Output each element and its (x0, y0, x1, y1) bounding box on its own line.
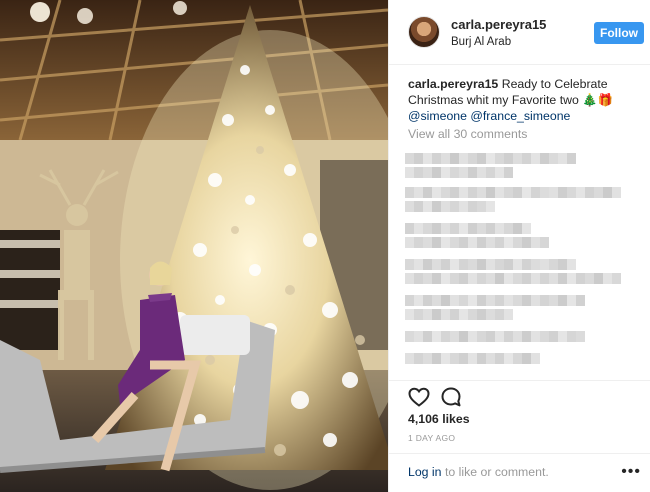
post-timestamp: 1 DAY AGO (408, 433, 456, 443)
post-side-panel: carla.pereyra15 Burj Al Arab Follow carl… (388, 0, 650, 492)
blurred-comment-line (405, 329, 585, 342)
blurred-comment-line (405, 221, 531, 234)
blurred-comment-line (405, 307, 513, 320)
blurred-comment-line (405, 351, 540, 364)
post-photo[interactable] (0, 0, 388, 492)
mention-simeone[interactable]: @simeone (408, 109, 467, 123)
login-prompt: Log in to like or comment. (408, 465, 549, 479)
avatar[interactable] (408, 16, 440, 48)
caption-username[interactable]: carla.pereyra15 (408, 77, 498, 91)
christmas-tree-photo (0, 0, 388, 492)
location-link[interactable]: Burj Al Arab (451, 36, 511, 48)
caption-emoji: 🎄🎁 (582, 93, 613, 107)
mention-france-simeone[interactable]: @france_simeone (470, 109, 570, 123)
blurred-comment-line (405, 235, 549, 248)
blurred-comment-line (405, 151, 576, 164)
comment-bubble-icon[interactable] (439, 385, 463, 409)
comment-bar: Log in to like or comment. ••• (389, 453, 650, 492)
blurred-comment-line (405, 257, 576, 270)
blurred-comment-line (405, 185, 621, 198)
blurred-comment-line (405, 293, 585, 306)
blurred-comment-line (405, 165, 513, 178)
likes-count[interactable]: 4,106 likes (408, 412, 470, 426)
more-options-icon[interactable]: ••• (621, 463, 641, 481)
blurred-comments (405, 147, 645, 371)
blurred-comment-line (405, 199, 495, 212)
blurred-comment-line (405, 271, 621, 284)
view-all-comments-link[interactable]: View all 30 comments (408, 127, 527, 141)
heart-icon[interactable] (407, 385, 431, 409)
username-link[interactable]: carla.pereyra15 (451, 17, 546, 32)
login-link[interactable]: Log in (408, 465, 442, 479)
post-actions (389, 380, 650, 410)
post-header: carla.pereyra15 Burj Al Arab Follow (389, 0, 650, 65)
follow-button[interactable]: Follow (594, 22, 644, 44)
caption: carla.pereyra15 Ready to Celebrate Chris… (408, 76, 640, 124)
login-prompt-text: to like or comment. (444, 465, 549, 479)
